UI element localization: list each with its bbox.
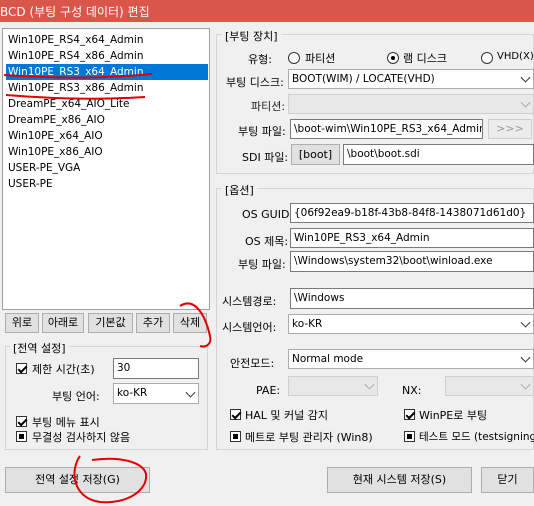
annotation-underline bbox=[5, 94, 146, 100]
annotation-circle bbox=[73, 455, 148, 504]
annotation-underline bbox=[3, 73, 153, 79]
annotation-circle bbox=[179, 302, 212, 348]
annotation-overlay bbox=[3, 73, 212, 504]
